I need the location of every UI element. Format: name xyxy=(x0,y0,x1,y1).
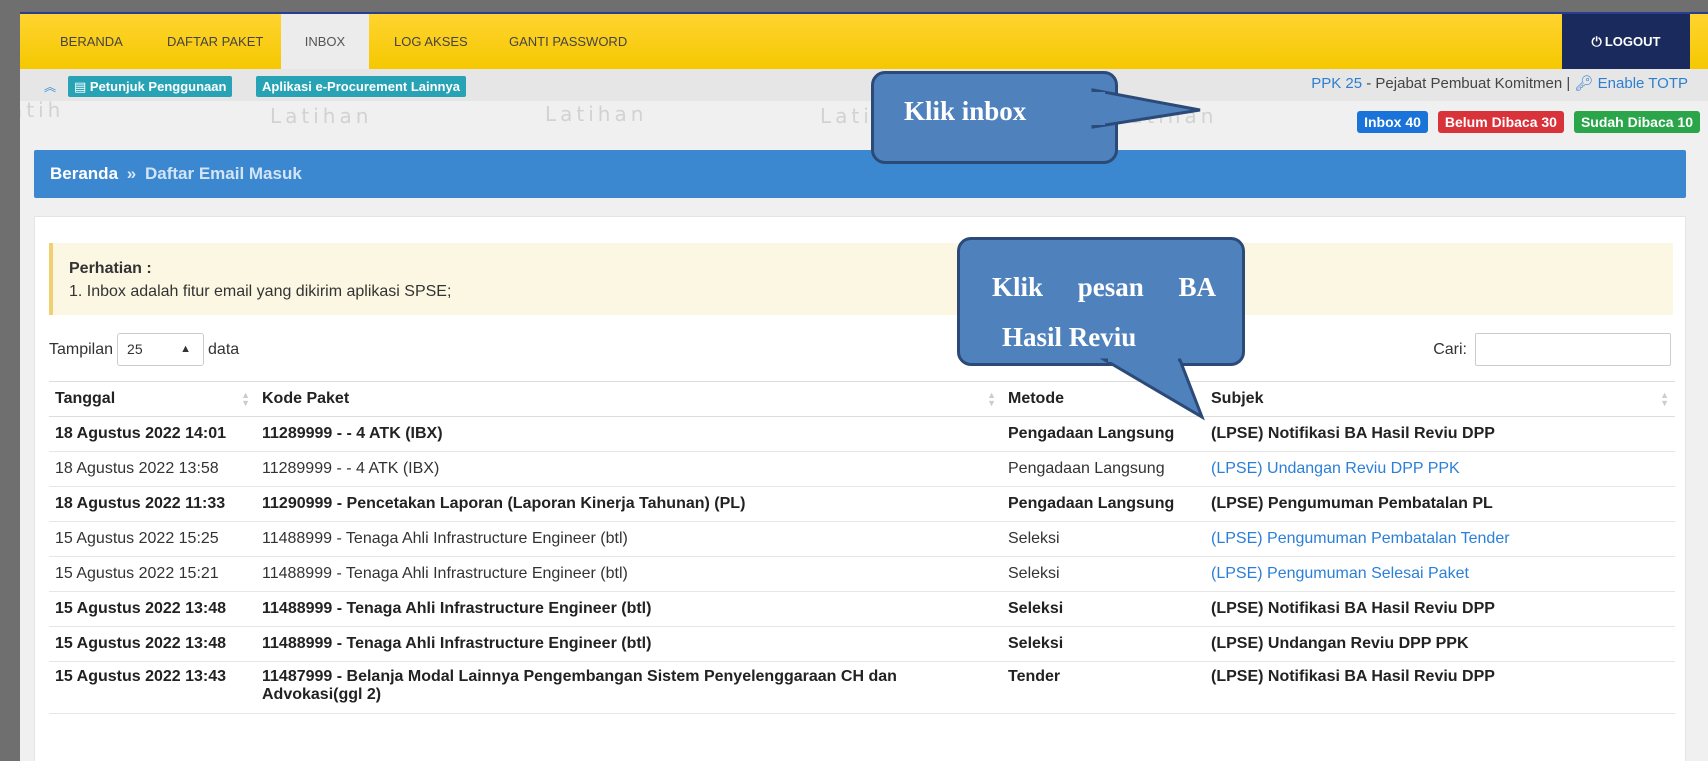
browser-viewport: BERANDA DAFTAR PAKET INBOX LOG AKSES GAN… xyxy=(20,12,1708,761)
callout-pointer-inbox xyxy=(1091,88,1201,129)
callout-pointer-message xyxy=(1099,358,1205,421)
callout-pointers xyxy=(1090,88,1205,421)
callout-pointer-mask xyxy=(1108,352,1178,362)
callout-pointer-mask xyxy=(1090,92,1105,125)
